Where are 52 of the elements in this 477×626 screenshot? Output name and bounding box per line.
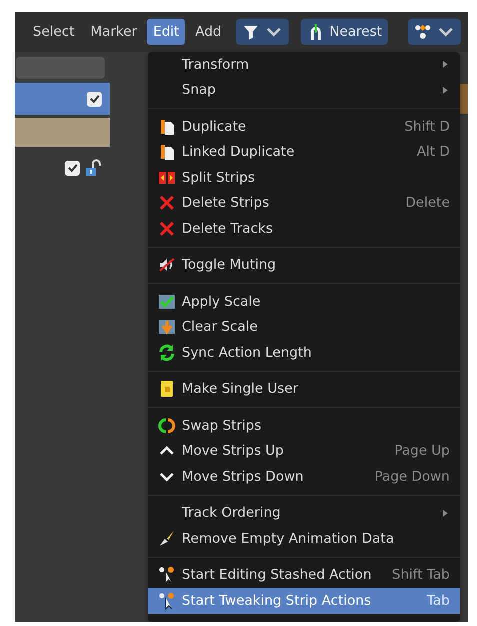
menu-item[interactable]: Move Strips Up Page Up: [148, 438, 460, 464]
menu-item[interactable]: Swap Strips: [148, 413, 460, 438]
keyframe-icon: [414, 23, 432, 41]
menu-item[interactable]: Split Strips: [148, 165, 460, 190]
shortcut-label: Alt D: [417, 143, 450, 162]
menu-item[interactable]: Linked Duplicate Alt D: [148, 140, 460, 165]
pointer-icon: [158, 592, 176, 610]
menu-tab[interactable]: Marker: [84, 18, 144, 46]
menu-item[interactable]: Start Tweaking Strip Actions Tab: [148, 588, 460, 614]
square-icon: [158, 380, 176, 398]
menu-item[interactable]: Delete Strips Delete: [148, 190, 460, 216]
filter-dropdown[interactable]: [236, 19, 289, 45]
brush-icon: [158, 530, 176, 548]
lock-icon[interactable]: [84, 159, 102, 177]
menu-item[interactable]: Clear Scale: [148, 314, 460, 340]
proportional-dropdown[interactable]: [408, 19, 462, 45]
shortcut-label: Page Up: [394, 442, 450, 462]
menu-item[interactable]: Make Single User: [148, 376, 460, 402]
menu-item[interactable]: Apply Scale: [148, 289, 460, 314]
document-icon: [158, 118, 176, 136]
menu-tab[interactable]: Edit: [147, 18, 186, 46]
search-field[interactable]: [15, 56, 106, 80]
refresh-icon: [158, 344, 176, 362]
shortcut-label: Tab: [427, 592, 450, 611]
menu-item[interactable]: Delete Tracks: [148, 216, 460, 242]
cross-icon: [158, 220, 176, 238]
shortcut-label: Shift D: [404, 118, 450, 137]
menu-item[interactable]: Start Editing Stashed Action Shift Tab: [148, 562, 460, 588]
muted-speaker-icon: [158, 256, 176, 274]
menu-item[interactable]: Move Strips Down Page Down: [148, 464, 460, 490]
menu-item[interactable]: Toggle Muting: [148, 252, 460, 278]
shortcut-label: Page Down: [374, 468, 450, 487]
cross-icon: [158, 194, 176, 212]
track-row[interactable]: [15, 83, 110, 115]
document-icon: [158, 143, 176, 162]
pointer-icon: [158, 566, 176, 584]
menu-item[interactable]: Track Ordering: [148, 500, 460, 526]
filter-icon: [242, 23, 260, 41]
shortcut-label: Delete: [406, 194, 450, 214]
menu-item[interactable]: Duplicate Shift D: [148, 114, 460, 140]
menu-tab[interactable]: Select: [27, 18, 81, 46]
menu-item[interactable]: Snap: [148, 78, 460, 103]
menu-item[interactable]: Transform: [148, 52, 460, 78]
checkbox[interactable]: [87, 92, 102, 106]
menu-item[interactable]: Remove Empty Animation Data: [148, 526, 460, 552]
menu-item[interactable]: Sync Action Length: [148, 340, 460, 366]
menu-tab[interactable]: Add: [189, 18, 228, 46]
checkbox[interactable]: [65, 160, 80, 176]
swap-arrows-icon: [158, 416, 176, 435]
scale-check-icon: [158, 292, 176, 311]
snap-dropdown[interactable]: Nearest: [300, 19, 388, 45]
shortcut-label: Shift Tab: [392, 566, 450, 586]
